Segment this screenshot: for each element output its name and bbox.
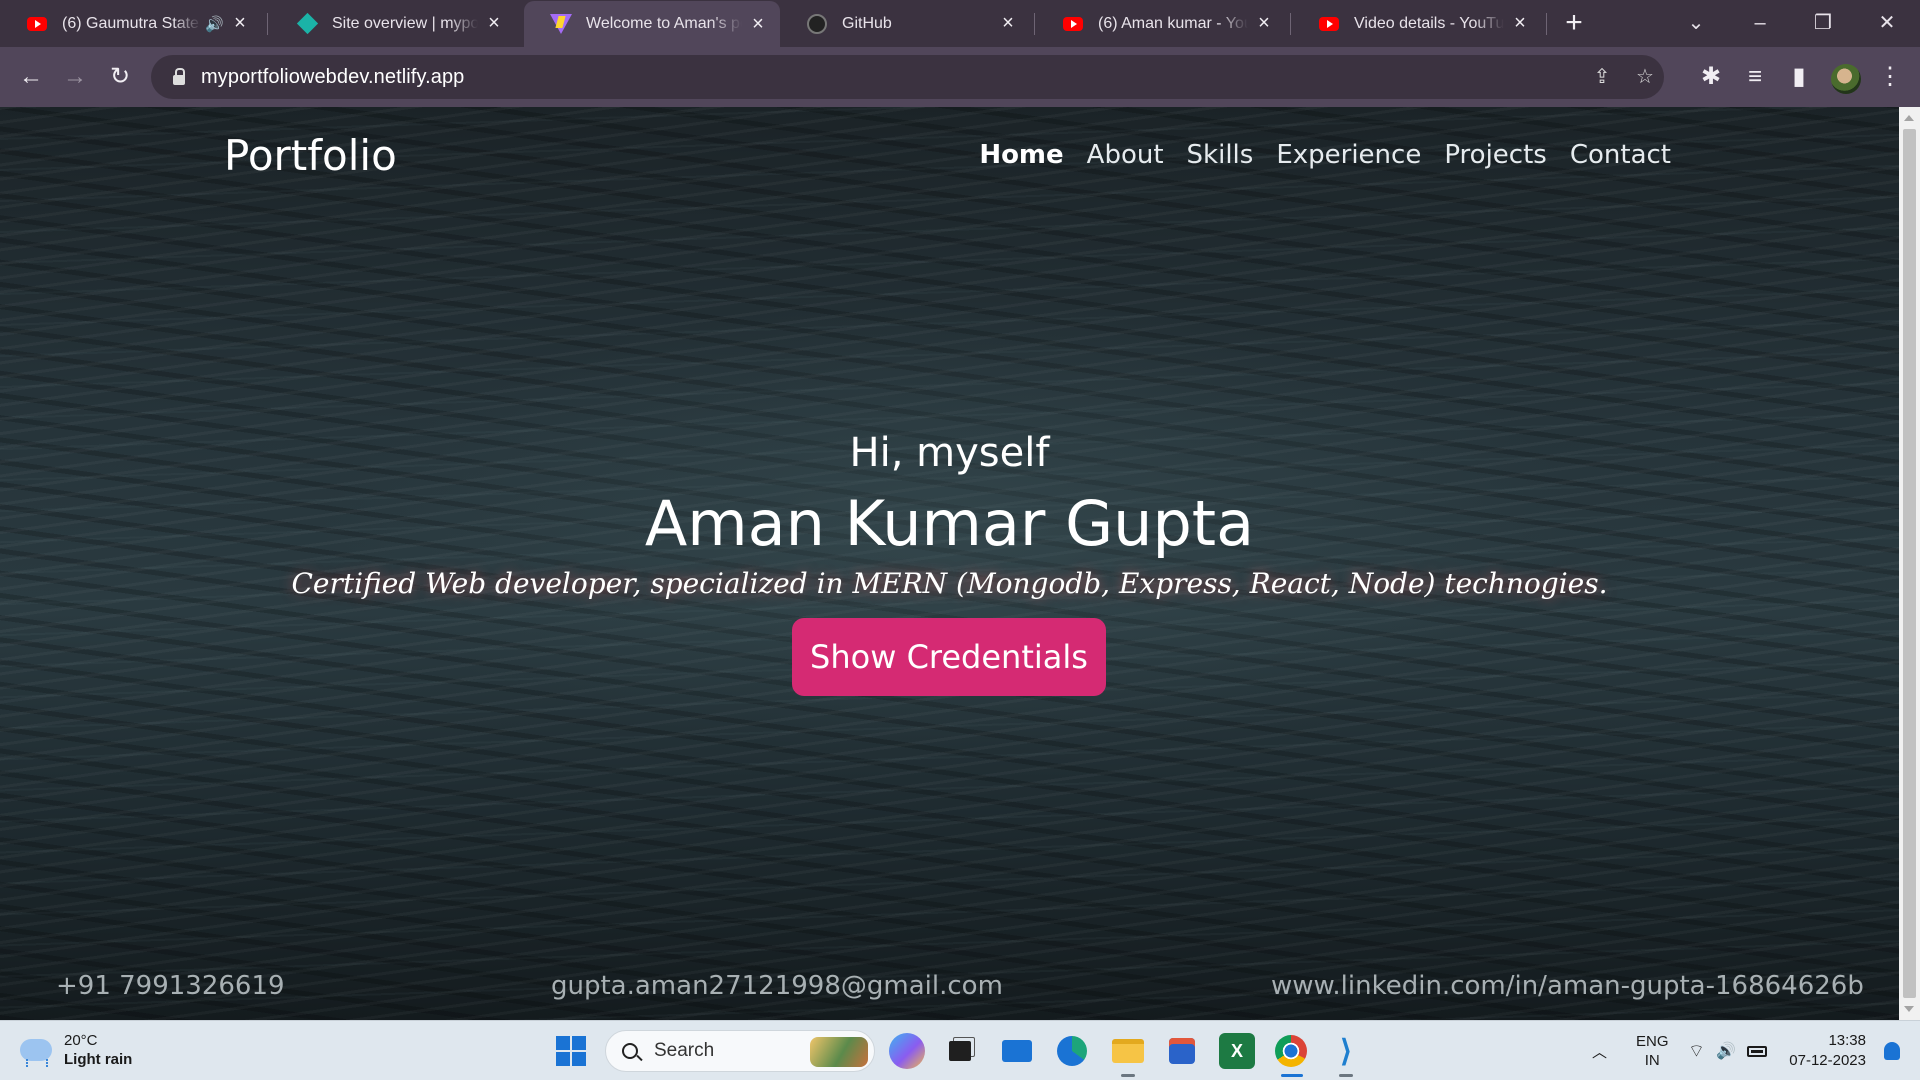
youtube-icon: [26, 13, 48, 35]
close-tab-icon[interactable]: ×: [1254, 12, 1274, 34]
tab-youtube-video-details[interactable]: Video details - YouTube ×: [1292, 0, 1542, 47]
contact-linkedin[interactable]: www.linkedin.com/in/aman-gupta-16864626b: [1271, 971, 1864, 1001]
excel-icon[interactable]: X: [1219, 1033, 1255, 1069]
tab-title: Site overview | myportfolio: [332, 14, 478, 32]
copilot-icon[interactable]: [889, 1033, 925, 1069]
chrome-menu-icon[interactable]: ⋮: [1876, 63, 1904, 91]
hero-intro: Hi, myself: [849, 430, 1050, 476]
system-clock[interactable]: 13:38 07-12-2023: [1789, 1031, 1866, 1071]
youtube-icon: [1318, 13, 1340, 35]
region-code: IN: [1644, 1052, 1660, 1069]
lang-code: ENG: [1636, 1033, 1669, 1050]
scroll-down-arrow[interactable]: [1904, 1006, 1914, 1012]
nav-experience[interactable]: Experience: [1276, 140, 1421, 170]
extensions-puzzle-icon[interactable]: ✱: [1697, 63, 1725, 91]
address-bar[interactable]: myportfoliowebdev.netlify.app ⇪ ☆: [151, 55, 1664, 99]
minimize-button[interactable]: –: [1745, 8, 1775, 38]
profile-avatar[interactable]: [1831, 64, 1861, 94]
tab-youtube-gaumutra[interactable]: (6) Gaumutra State 🔊 ×: [0, 0, 262, 47]
github-icon: [806, 13, 828, 35]
chrome-icon[interactable]: [1273, 1033, 1309, 1069]
reload-button[interactable]: ↻: [106, 63, 134, 91]
taskbar-search-label: Search: [654, 1040, 715, 1061]
clock-date: 07-12-2023: [1789, 1052, 1866, 1069]
nav-skills[interactable]: Skills: [1187, 140, 1254, 170]
tab-portfolio-active[interactable]: Welcome to Aman's portfolio ×: [524, 1, 780, 47]
nav-about[interactable]: About: [1087, 140, 1164, 170]
close-tab-icon[interactable]: ×: [484, 12, 504, 34]
scroll-thumb[interactable]: [1903, 129, 1916, 998]
tab-title: Video details - YouTube: [1354, 14, 1504, 32]
share-icon[interactable]: ⇪: [1591, 66, 1613, 88]
contact-email[interactable]: gupta.aman27121998@gmail.com: [551, 971, 1003, 1001]
microsoft-store-icon[interactable]: [1164, 1033, 1200, 1069]
restore-button[interactable]: ❐: [1808, 8, 1838, 38]
tab-title: Welcome to Aman's portfolio: [586, 15, 742, 32]
edge-icon[interactable]: [1054, 1033, 1090, 1069]
clock-time: 13:38: [1828, 1032, 1866, 1049]
search-highlight-image: [810, 1037, 868, 1067]
browser-tab-strip: (6) Gaumutra State 🔊 × Site overview | m…: [0, 0, 1920, 47]
netlify-icon: [296, 12, 318, 35]
tab-title: GitHub: [842, 14, 892, 32]
notification-bell-icon[interactable]: [1884, 1042, 1900, 1060]
show-hidden-icons[interactable]: ︿: [1592, 1021, 1607, 1080]
start-button[interactable]: [556, 1036, 586, 1066]
back-button[interactable]: ←: [17, 63, 45, 91]
scroll-up-arrow[interactable]: [1904, 115, 1914, 121]
tab-search-icon[interactable]: ⌄: [1681, 8, 1711, 38]
task-view-icon[interactable]: [942, 1033, 978, 1069]
speaker-icon[interactable]: 🔊: [205, 15, 224, 33]
hero-name: Aman Kumar Gupta: [644, 487, 1255, 560]
close-tab-icon[interactable]: ×: [748, 13, 768, 35]
tab-github[interactable]: GitHub ×: [780, 0, 1030, 47]
vscode-icon[interactable]: ⟩: [1328, 1033, 1364, 1069]
nav-home[interactable]: Home: [979, 140, 1063, 170]
volume-icon[interactable]: 🔊: [1716, 1021, 1736, 1080]
wifi-icon[interactable]: ⌔: [1688, 1021, 1705, 1080]
close-tab-icon[interactable]: ×: [998, 12, 1018, 34]
media-queue-icon[interactable]: ≡: [1741, 63, 1769, 91]
file-explorer-icon[interactable]: [1110, 1033, 1146, 1069]
side-panel-icon[interactable]: ▮: [1785, 63, 1813, 91]
site-nav: Home About Skills Experience Projects Co…: [979, 140, 1671, 170]
tab-netlify-site-overview[interactable]: Site overview | myportfolio ×: [270, 0, 516, 47]
nav-contact[interactable]: Contact: [1570, 140, 1671, 170]
tab-youtube-aman-kumar[interactable]: (6) Aman kumar - YouTube ×: [1036, 0, 1286, 47]
site-brand-logo[interactable]: Portfolio: [224, 131, 397, 180]
weather-desc: Light rain: [64, 1051, 133, 1068]
weather-temp: 20°C: [64, 1032, 98, 1049]
windows-taskbar: 20°C Light rain Search X ⟩ ︿ ENG IN ⌔ 🔊 …: [0, 1020, 1920, 1080]
battery-icon[interactable]: [1747, 1021, 1767, 1080]
tab-title: (6) Aman kumar - YouTube: [1098, 14, 1248, 32]
youtube-icon: [1062, 13, 1084, 35]
show-credentials-button[interactable]: Show Credentials: [792, 618, 1106, 696]
page-scrollbar[interactable]: [1899, 107, 1920, 1020]
forward-button[interactable]: →: [61, 63, 89, 91]
search-icon: [622, 1043, 638, 1059]
close-tab-icon[interactable]: ×: [230, 12, 250, 34]
nav-projects[interactable]: Projects: [1444, 140, 1547, 170]
close-window-button[interactable]: ✕: [1872, 8, 1902, 38]
mail-icon[interactable]: [999, 1033, 1035, 1069]
close-tab-icon[interactable]: ×: [1510, 12, 1530, 34]
browser-toolbar: ← → ↻ myportfoliowebdev.netlify.app ⇪ ☆ …: [0, 47, 1920, 107]
weather-widget[interactable]: 20°C Light rain: [20, 1031, 132, 1069]
tab-title: (6) Gaumutra State: [62, 14, 199, 32]
lock-icon[interactable]: [173, 68, 185, 85]
hero-tagline: Certified Web developer, specialized in …: [291, 567, 1608, 600]
bookmark-star-icon[interactable]: ☆: [1634, 66, 1656, 88]
new-tab-button[interactable]: +: [1561, 8, 1587, 38]
taskbar-search[interactable]: Search: [605, 1030, 875, 1072]
rain-cloud-icon: [20, 1039, 52, 1067]
contact-phone[interactable]: +91 7991326619: [56, 971, 285, 1001]
vite-icon: [550, 13, 572, 35]
language-indicator[interactable]: ENG IN: [1636, 1021, 1669, 1080]
portfolio-page: Portfolio Home About Skills Experience P…: [0, 107, 1899, 1020]
url-text[interactable]: myportfoliowebdev.netlify.app: [201, 66, 464, 89]
